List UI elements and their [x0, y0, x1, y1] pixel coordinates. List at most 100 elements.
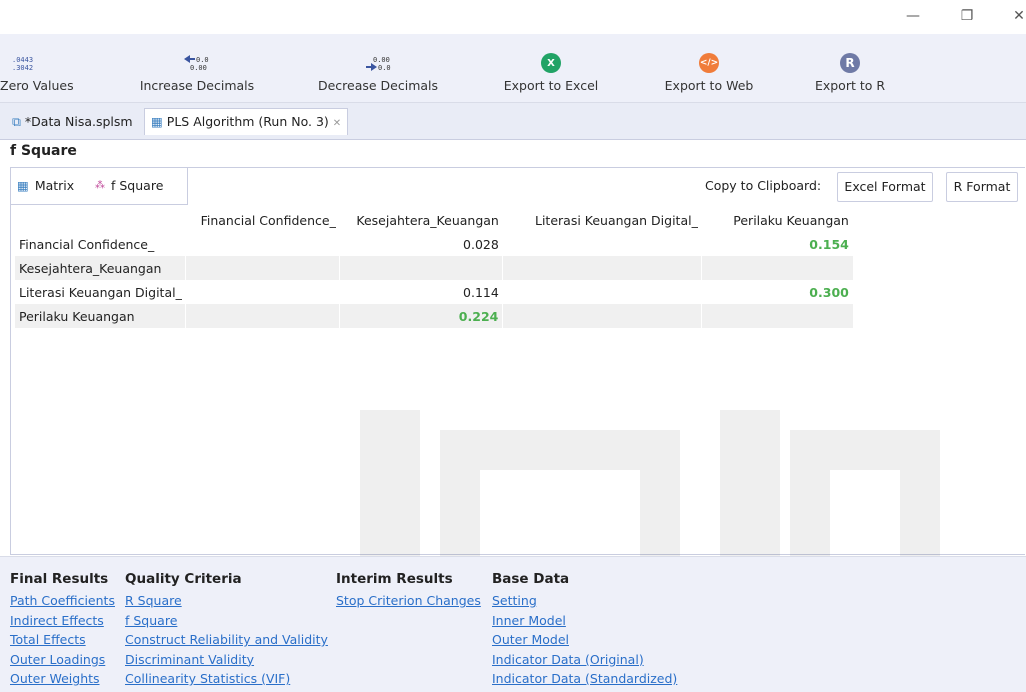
link-setting[interactable]: Setting — [492, 591, 677, 611]
matrix-header-row: Financial Confidence_ Kesejahtera_Keuang… — [15, 208, 853, 232]
matrix-cell — [701, 304, 853, 328]
matrix-cell — [503, 232, 702, 256]
r-icon: R — [840, 53, 860, 73]
table-icon: ▦ — [151, 114, 163, 129]
maximize-button[interactable]: ❐ — [952, 6, 982, 26]
matrix-cell — [186, 232, 340, 256]
tab-data-file-label: *Data Nisa.splsm — [24, 114, 133, 129]
matrix-cell — [339, 256, 503, 280]
tab-data-file[interactable]: ⧉ *Data Nisa.splsm — [6, 109, 139, 135]
view-subtabs: ▦ Matrix ⁂ f Square — [11, 168, 188, 205]
base-data-heading: Base Data — [492, 571, 570, 587]
increase-decimals-button[interactable]: 0.0 0.00 Increase Decimals — [136, 52, 258, 93]
zero-values-icon: .0443.3042 — [0, 52, 46, 74]
matrix-cell: 0.224 — [339, 304, 503, 328]
export-r-button[interactable]: R Export to R — [812, 52, 888, 93]
matrix-cell — [185, 304, 340, 328]
increase-decimals-icon: 0.0 0.00 — [136, 52, 258, 74]
final-results-section: Final Results Path Coefficients Indirect… — [10, 571, 115, 689]
decrease-decimals-label: Decrease Decimals — [317, 78, 439, 93]
matrix-cell: 0.114 — [463, 284, 499, 300]
link-total-effects[interactable]: Total Effects — [10, 630, 115, 650]
decrease-decimals-button[interactable]: 0.00 0.0 Decrease Decimals — [314, 52, 442, 93]
export-excel-button[interactable]: X Export to Excel — [500, 52, 602, 93]
matrix-cell: 0.028 — [463, 236, 499, 252]
close-button[interactable]: ✕ — [1004, 6, 1026, 26]
export-web-button[interactable]: </> Export to Web — [660, 52, 758, 93]
matrix-row-label: Perilaku Keuangan — [15, 304, 186, 328]
final-results-heading: Final Results — [10, 571, 109, 587]
subtab-fsquare-label: f Square — [111, 178, 164, 193]
matrix-cell — [186, 280, 340, 304]
decrease-decimals-icon: 0.00 0.0 — [314, 52, 442, 74]
quality-criteria-section: Quality Criteria R Square f Square Const… — [125, 571, 328, 689]
link-indicator-data-standardized[interactable]: Indicator Data (Standardized) — [492, 669, 677, 689]
tab-close-icon[interactable]: ✕ — [333, 118, 341, 129]
fsquare-matrix: Financial Confidence_ Kesejahtera_Keuang… — [15, 208, 853, 328]
tab-pls-algorithm[interactable]: ▦ PLS Algorithm (Run No. 3) ✕ — [144, 108, 349, 135]
export-web-label: Export to Web — [664, 78, 754, 93]
model-file-icon: ⧉ — [12, 114, 21, 129]
subtab-matrix[interactable]: ▦ Matrix — [17, 178, 74, 193]
table-row: Kesejahtera_Keuangan — [15, 256, 853, 280]
r-format-button[interactable]: R Format — [946, 172, 1018, 202]
fsquare-icon: ⁂ — [95, 180, 105, 191]
matrix-cell — [502, 256, 702, 280]
link-collinearity-statistics[interactable]: Collinearity Statistics (VIF) — [125, 669, 328, 689]
matrix-cell — [185, 256, 340, 280]
matrix-column-header: Kesejahtera_Keuangan — [356, 212, 499, 228]
matrix-column-header: Perilaku Keuangan — [733, 212, 849, 228]
copy-to-clipboard-label: Copy to Clipboard: — [705, 178, 822, 193]
matrix-cell — [503, 280, 702, 304]
minimize-button[interactable]: — — [898, 6, 928, 26]
toolbar: .0443.3042 Zero Values 0.0 0.00 Increase … — [0, 34, 1026, 103]
results-navigation: Final Results Path Coefficients Indirect… — [0, 556, 1026, 692]
link-outer-loadings[interactable]: Outer Loadings — [10, 650, 115, 670]
link-r-square[interactable]: R Square — [125, 591, 328, 611]
table-row: Perilaku Keuangan 0.224 — [15, 304, 853, 328]
link-inner-model[interactable]: Inner Model — [492, 611, 677, 631]
link-outer-weights[interactable]: Outer Weights — [10, 669, 115, 689]
link-indicator-data-original[interactable]: Indicator Data (Original) — [492, 650, 677, 670]
zero-values-label: Zero Values — [0, 78, 74, 93]
svg-text:.3042: .3042 — [12, 64, 33, 72]
export-r-label: Export to R — [814, 78, 886, 93]
table-row: Financial Confidence_ 0.028 0.154 — [15, 232, 853, 256]
matrix-row-label: Financial Confidence_ — [19, 236, 155, 252]
interim-results-section: Interim Results Stop Criterion Changes — [336, 571, 481, 611]
web-icon: </> — [699, 53, 719, 73]
excel-format-button[interactable]: Excel Format — [837, 172, 933, 202]
matrix-row-label: Literasi Keuangan Digital_ — [19, 284, 182, 300]
table-row: Literasi Keuangan Digital_ 0.114 0.300 — [15, 280, 853, 304]
excel-icon: X — [541, 53, 561, 73]
tab-pls-algorithm-label: PLS Algorithm (Run No. 3) — [166, 114, 329, 129]
svg-text:0.0: 0.0 — [196, 56, 209, 64]
matrix-icon: ▦ — [17, 178, 29, 193]
zero-values-button[interactable]: .0443.3042 Zero Values — [0, 52, 74, 93]
svg-text:0.00: 0.00 — [373, 56, 390, 64]
svg-text:0.0: 0.0 — [378, 64, 391, 72]
svg-text:.0443: .0443 — [12, 56, 33, 64]
link-discriminant-validity[interactable]: Discriminant Validity — [125, 650, 328, 670]
matrix-column-header: Literasi Keuangan Digital_ — [535, 212, 698, 228]
results-panel: ▦ Matrix ⁂ f Square Copy to Clipboard: E… — [10, 167, 1025, 555]
window-titlebar: — ❐ ✕ — [0, 0, 1026, 34]
matrix-cell — [502, 304, 702, 328]
matrix-row-label: Kesejahtera_Keuangan — [15, 256, 186, 280]
link-path-coefficients[interactable]: Path Coefficients — [10, 591, 115, 611]
svg-text:0.00: 0.00 — [190, 64, 207, 72]
matrix-corner-cell — [15, 208, 186, 232]
matrix-column-header: Financial Confidence_ — [200, 212, 336, 228]
interim-results-heading: Interim Results — [336, 571, 453, 587]
subtab-matrix-label: Matrix — [34, 178, 75, 193]
link-construct-reliability[interactable]: Construct Reliability and Validity — [125, 630, 328, 650]
link-f-square[interactable]: f Square — [125, 611, 328, 631]
page-title: f Square — [10, 143, 77, 159]
link-indirect-effects[interactable]: Indirect Effects — [10, 611, 115, 631]
subtab-fsquare[interactable]: ⁂ f Square — [95, 178, 163, 193]
increase-decimals-label: Increase Decimals — [139, 78, 255, 93]
link-outer-model[interactable]: Outer Model — [492, 630, 677, 650]
link-stop-criterion-changes[interactable]: Stop Criterion Changes — [336, 591, 481, 611]
quality-criteria-heading: Quality Criteria — [125, 571, 242, 587]
matrix-cell: 0.154 — [809, 236, 849, 252]
